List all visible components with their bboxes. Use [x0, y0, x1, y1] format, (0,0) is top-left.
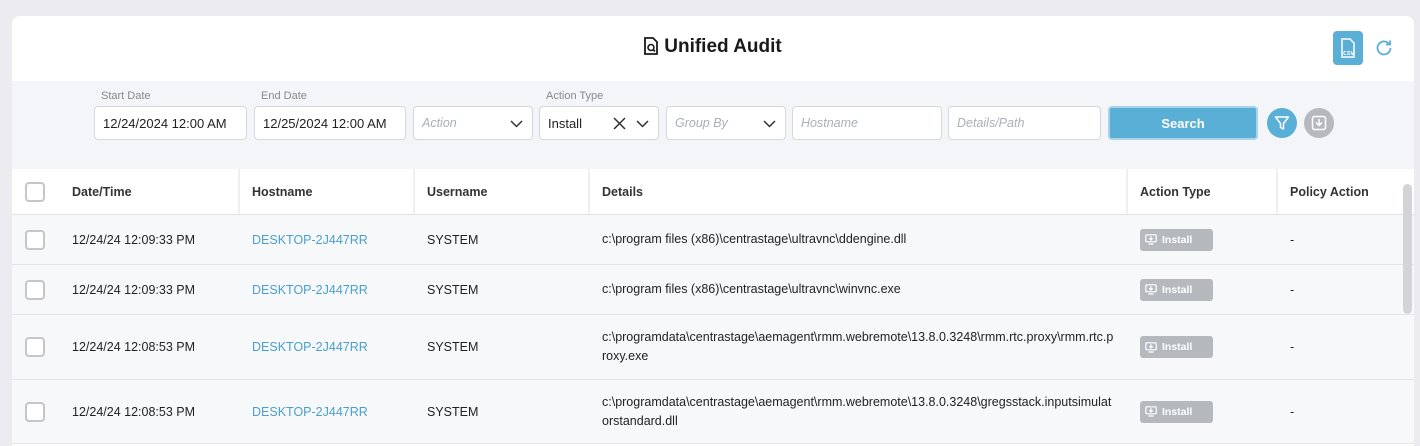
username-cell: SYSTEM: [427, 282, 479, 297]
start-date-input[interactable]: 12/24/2024 12:00 AM: [94, 106, 247, 140]
clear-icon[interactable]: [613, 117, 626, 130]
install-monitor-icon: [1145, 406, 1157, 417]
policy-action-cell: -: [1290, 404, 1295, 419]
row-checkbox[interactable]: [25, 279, 45, 300]
page-title: Unified Audit: [12, 36, 1414, 58]
audit-table: Date/Time Hostname Username Details Acti…: [12, 169, 1414, 444]
details-cell: c:\program files (x86)\centrastage\ultra…: [602, 282, 901, 296]
row-checkbox[interactable]: [25, 401, 45, 422]
install-badge-label: Install: [1162, 405, 1193, 418]
export-csv-button[interactable]: CSV: [1333, 31, 1363, 65]
download-button[interactable]: [1304, 108, 1334, 138]
start-date-label: Start Date: [101, 90, 151, 102]
group-by-placeholder: Group By: [675, 116, 728, 130]
column-header-username[interactable]: Username: [427, 169, 487, 214]
select-all-cell: [25, 169, 45, 214]
row-select-cell: [25, 380, 45, 443]
table-row[interactable]: 12/24/24 12:08:53 PM DESKTOP-2J447RR SYS…: [12, 315, 1414, 380]
action-type-cell: Install: [1140, 380, 1213, 443]
end-date-input[interactable]: 12/25/2024 12:00 AM: [254, 106, 406, 140]
end-date-label: End Date: [261, 90, 307, 102]
action-type-value: Install: [548, 115, 582, 131]
datetime-cell: 12/24/24 12:09:33 PM: [72, 282, 196, 297]
details-cell: c:\program files (x86)\centrastage\ultra…: [602, 232, 907, 246]
column-header-details[interactable]: Details: [602, 169, 643, 214]
column-header-policy-action[interactable]: Policy Action: [1290, 169, 1369, 214]
hostname-link[interactable]: DESKTOP-2J447RR: [252, 380, 368, 443]
username-cell: SYSTEM: [427, 340, 479, 354]
page-title-text: Unified Audit: [664, 36, 782, 57]
column-divider: [588, 169, 590, 214]
column-header-action-type[interactable]: Action Type: [1140, 169, 1211, 214]
select-all-checkbox[interactable]: [25, 181, 45, 202]
chevron-down-icon: [636, 120, 649, 128]
refresh-icon[interactable]: [1374, 38, 1394, 58]
table-row[interactable]: 12/24/24 12:09:33 PM DESKTOP-2J447RR SYS…: [12, 215, 1414, 265]
action-select[interactable]: Action: [413, 106, 533, 140]
install-badge: Install: [1140, 336, 1213, 358]
username-cell: SYSTEM: [427, 404, 479, 419]
datetime-cell: 12/24/24 12:08:53 PM: [72, 340, 196, 354]
svg-text:CSV: CSV: [1343, 51, 1354, 57]
policy-action-cell: -: [1290, 340, 1295, 354]
download-icon: [1311, 115, 1327, 131]
column-divider: [1276, 169, 1278, 214]
chevron-down-icon: [763, 120, 776, 128]
column-divider: [238, 169, 240, 214]
filter-button[interactable]: [1267, 108, 1297, 138]
audit-document-icon: [644, 37, 659, 55]
row-checkbox[interactable]: [25, 337, 45, 357]
table-row[interactable]: 12/24/24 12:08:53 PM DESKTOP-2J447RR SYS…: [12, 380, 1414, 444]
action-placeholder: Action: [422, 116, 457, 130]
action-type-cell: Install: [1140, 265, 1213, 314]
action-type-select[interactable]: Install: [539, 106, 659, 140]
action-type-cell: Install: [1140, 215, 1213, 264]
datetime-cell: 12/24/24 12:09:33 PM: [72, 232, 196, 247]
install-badge-label: Install: [1162, 233, 1193, 246]
filter-icon: [1274, 116, 1290, 130]
action-type-cell: Install: [1140, 315, 1213, 379]
hostname-link[interactable]: DESKTOP-2J447RR: [252, 315, 368, 379]
install-badge: Install: [1140, 228, 1213, 251]
row-select-cell: [25, 265, 45, 314]
details-path-input[interactable]: Details/Path: [948, 106, 1101, 140]
csv-file-icon: CSV: [1341, 38, 1355, 58]
column-header-hostname[interactable]: Hostname: [252, 169, 312, 214]
search-button[interactable]: Search: [1108, 106, 1258, 140]
row-select-cell: [25, 315, 45, 379]
install-monitor-icon: [1145, 284, 1157, 295]
column-header-datetime[interactable]: Date/Time: [72, 169, 132, 214]
hostname-link[interactable]: DESKTOP-2J447RR: [252, 215, 368, 264]
datetime-cell: 12/24/24 12:08:53 PM: [72, 404, 196, 419]
username-cell: SYSTEM: [427, 232, 479, 247]
install-monitor-icon: [1145, 234, 1157, 245]
action-type-label: Action Type: [546, 90, 604, 102]
install-badge: Install: [1140, 278, 1213, 301]
details-cell: c:\programdata\centrastage\aemagent\rmm.…: [602, 394, 1112, 428]
install-badge-label: Install: [1162, 283, 1193, 296]
install-monitor-icon: [1145, 341, 1157, 353]
column-divider: [1126, 169, 1128, 214]
details-cell: c:\programdata\centrastage\aemagent\rmm.…: [602, 330, 1114, 363]
row-checkbox[interactable]: [25, 229, 45, 250]
hostname-link[interactable]: DESKTOP-2J447RR: [252, 265, 368, 314]
table-scrollbar[interactable]: [1403, 184, 1412, 314]
install-badge: Install: [1140, 400, 1213, 423]
policy-action-cell: -: [1290, 282, 1295, 297]
chevron-down-icon: [510, 120, 523, 128]
audit-card: Unified Audit CSV Start Date 12/24/2024 …: [12, 16, 1414, 446]
row-select-cell: [25, 215, 45, 264]
group-by-select[interactable]: Group By: [666, 106, 786, 140]
policy-action-cell: -: [1290, 232, 1295, 247]
table-header-row: Date/Time Hostname Username Details Acti…: [12, 169, 1414, 215]
filter-bar: Start Date 12/24/2024 12:00 AM End Date …: [12, 81, 1414, 169]
header: Unified Audit CSV: [12, 16, 1414, 81]
hostname-input[interactable]: Hostname: [792, 106, 942, 140]
install-badge-label: Install: [1162, 341, 1193, 353]
column-divider: [413, 169, 415, 214]
table-row[interactable]: 12/24/24 12:09:33 PM DESKTOP-2J447RR SYS…: [12, 265, 1414, 315]
